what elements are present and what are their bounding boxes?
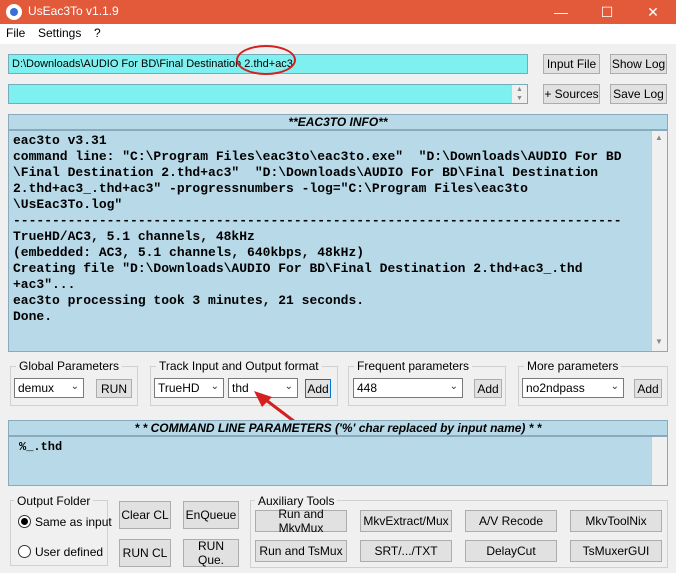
global-params-select[interactable]: demux ⌄ [14,378,84,398]
run-cl-button[interactable]: RUN CL [119,539,171,567]
track-format-label: Track Input and Output format [156,359,322,373]
app-icon [6,4,22,20]
srt-txt-button[interactable]: SRT/.../TXT [360,540,452,562]
run-tsmux-button[interactable]: Run and TsMux [255,540,347,562]
scroll-up-icon[interactable]: ▲ [655,133,663,142]
clear-cl-button[interactable]: Clear CL [119,501,171,529]
annotation-circle [236,45,296,75]
run-mkvmux-button[interactable]: Run and MkvMux [255,507,347,535]
log-line: TrueHD/AC3, 5.1 channels, 48kHz [13,229,255,244]
close-button[interactable]: ✕ [630,0,676,24]
cmdline-scrollbar[interactable] [651,437,667,485]
user-defined-radio[interactable] [18,545,31,558]
frequent-params-select[interactable]: 448 ⌄ [353,378,463,398]
log-line: Done. [13,309,53,324]
info-header: **EAC3TO INFO** [8,114,668,130]
global-params-label: Global Parameters [16,359,123,373]
input-file-button[interactable]: Input File [543,54,600,74]
log-line: \UsEac3To.log" [13,197,123,212]
global-params-value: demux [18,381,55,395]
same-as-input-label[interactable]: Same as input [35,515,112,529]
aux-tools-label: Auxiliary Tools [255,494,338,508]
enqueue-button[interactable]: EnQueue [183,501,239,529]
more-params-select[interactable]: no2ndpass ⌄ [522,378,624,398]
window-title: UsEac3To v1.1.9 [28,4,119,18]
output-folder-label: Output Folder [14,494,94,508]
add-frequent-button[interactable]: Add [474,379,502,398]
sources-field-scrollbar[interactable]: ▲ ▼ [511,85,527,103]
run-button[interactable]: RUN [96,379,132,398]
add-more-button[interactable]: Add [634,379,662,398]
log-line: \Final Destination 2.thd+ac3" "D:\Downlo… [13,165,599,180]
chevron-down-icon: ⌄ [210,381,219,392]
log-line: (embedded: AC3, 5.1 channels, 640kbps, 4… [13,245,365,260]
log-line: command line: "C:\Program Files\eac3to\e… [13,149,622,164]
log-line: +ac3"... [13,277,76,292]
mkvextract-button[interactable]: MkvExtract/Mux [360,510,452,532]
delaycut-button[interactable]: DelayCut [465,540,557,562]
log-line: 2.thd+ac3_.thd+ac3" -progressnumbers -lo… [13,181,528,196]
log-line: Creating file "D:\Downloads\AUDIO For BD… [13,261,583,276]
menu-settings[interactable]: Settings [38,26,81,40]
mkvtoolnix-button[interactable]: MkvToolNix [570,510,662,532]
track-input-value: TrueHD [158,381,200,395]
user-defined-label[interactable]: User defined [35,545,103,559]
more-params-value: no2ndpass [526,381,585,395]
sources-field[interactable]: ▲ ▼ [8,84,528,104]
menu-bar: File Settings ? [0,24,676,44]
log-line: ----------------------------------------… [13,213,622,228]
log-scrollbar[interactable]: ▲ ▼ [651,131,667,351]
title-bar: UsEac3To v1.1.9 — ☐ ✕ [0,0,676,24]
cmdline-value: %_.thd [19,440,63,454]
menu-file[interactable]: File [6,26,25,40]
menu-help[interactable]: ? [94,26,101,40]
tsmuxergui-button[interactable]: TsMuxerGUI [570,540,662,562]
log-area[interactable]: eac3to v3.31 command line: "C:\Program F… [8,130,668,352]
run-queue-button[interactable]: RUN Que. [183,539,239,567]
save-log-button[interactable]: Save Log [610,84,667,104]
frequent-params-label: Frequent parameters [354,359,473,373]
log-line: eac3to processing took 3 minutes, 21 sec… [13,293,365,308]
more-params-label: More parameters [524,359,622,373]
frequent-params-value: 448 [357,381,378,395]
chevron-down-icon: ⌄ [449,381,458,392]
scroll-down-icon[interactable]: ▼ [655,337,663,346]
chevron-down-icon: ⌄ [70,381,79,392]
same-as-input-radio[interactable] [18,515,31,528]
cmdline-textbox[interactable]: %_.thd [8,436,668,486]
maximize-button[interactable]: ☐ [584,0,630,24]
minimize-button[interactable]: — [538,0,584,24]
track-input-select[interactable]: TrueHD ⌄ [154,378,224,398]
show-log-button[interactable]: Show Log [610,54,667,74]
cmdline-header: * * COMMAND LINE PARAMETERS ('%' char re… [8,420,668,436]
chevron-down-icon: ⌄ [610,381,619,392]
log-line: eac3to v3.31 [13,133,107,148]
av-recode-button[interactable]: A/V Recode [465,510,557,532]
add-sources-button[interactable]: + Sources [543,84,600,104]
